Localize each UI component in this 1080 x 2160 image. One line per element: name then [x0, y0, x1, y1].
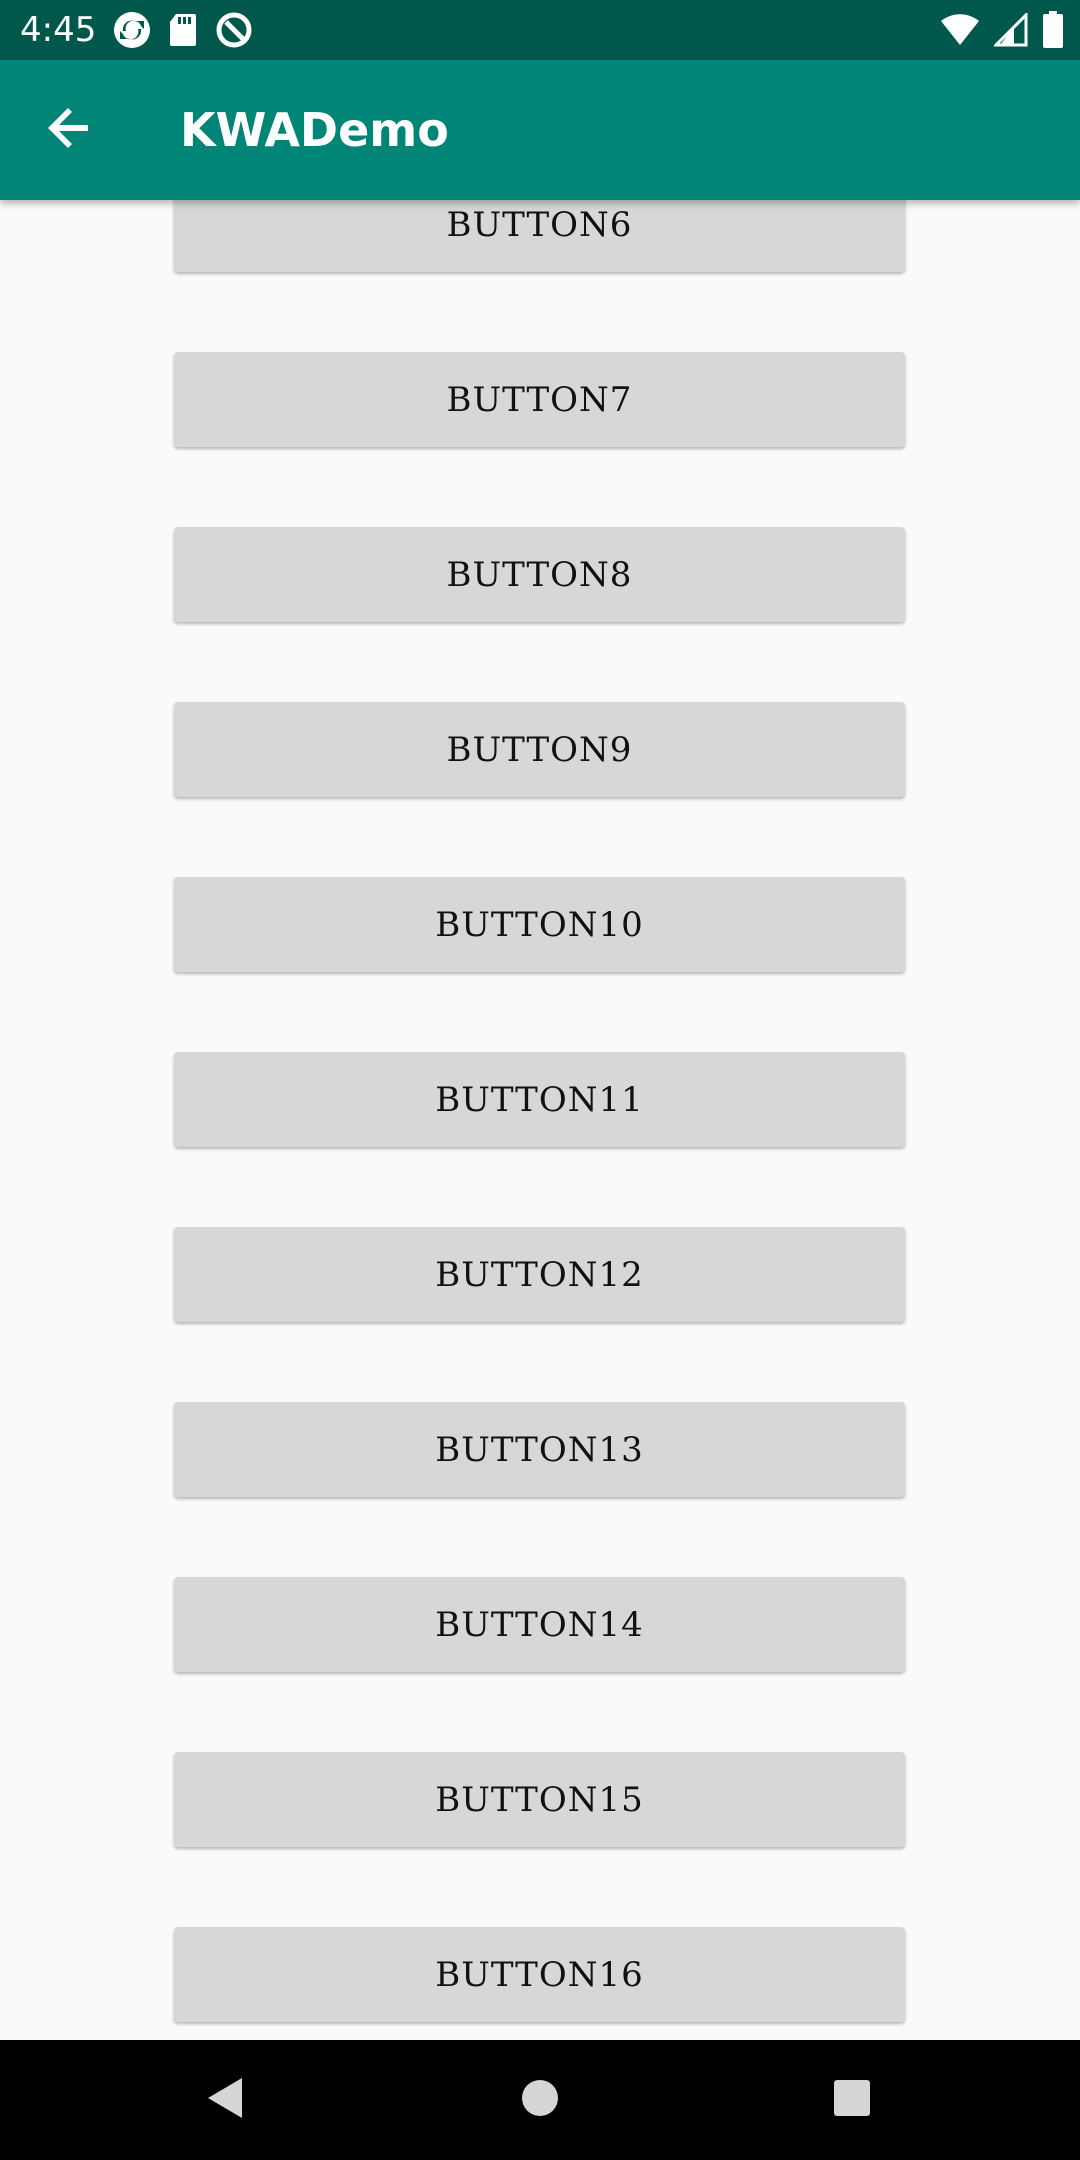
button-6[interactable]: BUTTON6 — [174, 200, 905, 272]
home-circle-icon — [520, 2078, 560, 2122]
button-9[interactable]: BUTTON9 — [174, 702, 905, 797]
nav-recents-button[interactable] — [822, 2070, 882, 2130]
wifi-icon — [940, 13, 980, 47]
app-bar: KWADemo — [0, 60, 1080, 200]
status-system-icons — [940, 10, 1064, 50]
nav-home-button[interactable] — [510, 2070, 570, 2130]
sd-card-icon — [168, 12, 198, 48]
cell-signal-icon — [994, 13, 1028, 47]
arrow-back-icon — [48, 106, 92, 154]
data-saver-icon — [214, 10, 254, 50]
battery-icon — [1042, 11, 1064, 49]
navigation-bar — [0, 2040, 1080, 2160]
button-10[interactable]: BUTTON10 — [174, 877, 905, 972]
app-title: KWADemo — [180, 103, 449, 157]
button-list[interactable]: BUTTON6 BUTTON7 BUTTON8 BUTTON9 BUTTON10… — [0, 200, 1080, 2040]
button-16[interactable]: BUTTON16 — [174, 1927, 905, 2022]
button-12[interactable]: BUTTON12 — [174, 1227, 905, 1322]
nav-back-button[interactable] — [196, 2070, 256, 2130]
status-time: 4:45 — [20, 10, 97, 50]
recents-square-icon — [833, 2079, 871, 2121]
button-14[interactable]: BUTTON14 — [174, 1577, 905, 1672]
button-8[interactable]: BUTTON8 — [174, 527, 905, 622]
status-bar: 4:45 — [0, 0, 1080, 60]
button-15[interactable]: BUTTON15 — [174, 1752, 905, 1847]
sync-icon — [112, 10, 152, 50]
back-triangle-icon — [206, 2076, 246, 2124]
button-11[interactable]: BUTTON11 — [174, 1052, 905, 1147]
button-13[interactable]: BUTTON13 — [174, 1402, 905, 1497]
button-7[interactable]: BUTTON7 — [174, 352, 905, 447]
back-button[interactable] — [28, 90, 112, 170]
status-notification-icons — [112, 10, 254, 50]
